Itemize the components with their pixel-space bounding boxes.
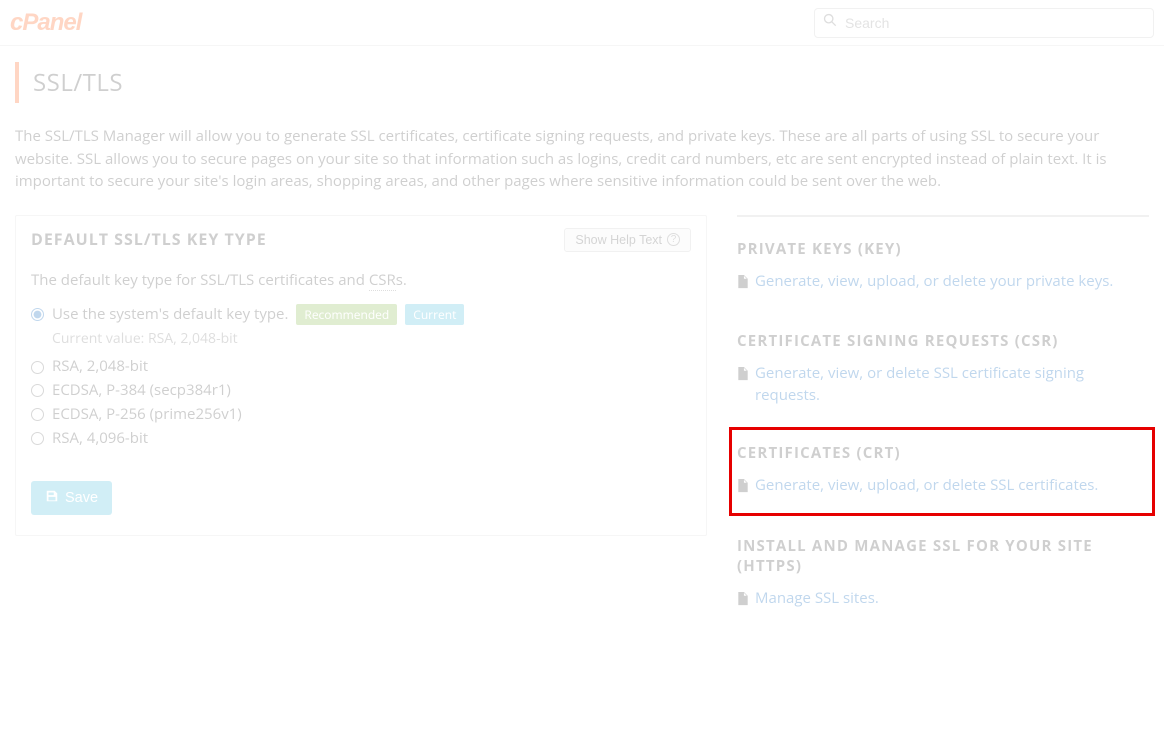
section-title: CERTIFICATES (CRT) — [737, 443, 1149, 463]
help-icon: ? — [667, 233, 680, 246]
file-icon — [737, 588, 749, 613]
page-title: SSL/TLS — [33, 66, 1149, 99]
badge-recommended: Recommended — [296, 304, 397, 325]
keytype-option-ecdsa384[interactable]: ECDSA, P-384 (secp384r1) — [31, 380, 691, 402]
link-certificates[interactable]: Generate, view, upload, or delete SSL ce… — [737, 475, 1149, 500]
search-input[interactable] — [845, 15, 1145, 31]
cpanel-logo: cPanel — [10, 9, 81, 37]
sidebar: PRIVATE KEYS (KEY) Generate, view, uploa… — [737, 215, 1149, 635]
radio-rsa4096[interactable] — [31, 432, 44, 445]
file-icon — [737, 363, 749, 388]
search-field[interactable] — [814, 8, 1154, 38]
page-intro: The SSL/TLS Manager will allow you to ge… — [15, 125, 1149, 193]
radio-ecdsa384[interactable] — [31, 384, 44, 397]
keytype-options: Use the system's default key type. Recom… — [31, 304, 691, 450]
show-help-button[interactable]: Show Help Text ? — [564, 228, 691, 252]
link-private-keys[interactable]: Generate, view, upload, or delete your p… — [737, 271, 1149, 296]
save-button[interactable]: Save — [31, 481, 112, 515]
keytype-option-rsa2048[interactable]: RSA, 2,048-bit — [31, 356, 691, 378]
section-title: PRIVATE KEYS (KEY) — [737, 239, 1149, 259]
keytype-option-label: RSA, 4,096-bit — [52, 428, 148, 450]
radio-rsa2048[interactable] — [31, 361, 44, 374]
section-title: CERTIFICATE SIGNING REQUESTS (CSR) — [737, 331, 1149, 351]
keytype-option-label: RSA, 2,048-bit — [52, 356, 148, 378]
keytype-option-label: ECDSA, P-384 (secp384r1) — [52, 380, 231, 402]
keytype-option-label: ECDSA, P-256 (prime256v1) — [52, 404, 242, 426]
link-manage-ssl[interactable]: Manage SSL sites. — [737, 588, 1149, 613]
radio-ecdsa256[interactable] — [31, 408, 44, 421]
keytype-option-default[interactable]: Use the system's default key type. Recom… — [31, 304, 691, 326]
keytype-option-rsa4096[interactable]: RSA, 4,096-bit — [31, 428, 691, 450]
save-icon — [45, 489, 59, 507]
section-private-keys: PRIVATE KEYS (KEY) Generate, view, uploa… — [737, 225, 1149, 312]
link-text: Generate, view, upload, or delete SSL ce… — [755, 475, 1098, 497]
keytype-option-ecdsa256[interactable]: ECDSA, P-256 (prime256v1) — [31, 404, 691, 426]
file-icon — [737, 475, 749, 500]
keytype-option-label: Use the system's default key type. — [52, 304, 288, 326]
link-text: Manage SSL sites. — [755, 588, 879, 610]
current-value: Current value: RSA, 2,048-bit — [52, 329, 691, 348]
link-text: Generate, view, upload, or delete your p… — [755, 271, 1113, 293]
app-header: cPanel — [0, 0, 1164, 46]
section-install-ssl: INSTALL AND MANAGE SSL FOR YOUR SITE (HT… — [737, 522, 1149, 629]
csr-acronym: CSR — [369, 270, 396, 291]
link-text: Generate, view, or delete SSL certificat… — [755, 363, 1149, 407]
save-label: Save — [65, 490, 98, 506]
show-help-label: Show Help Text — [575, 233, 662, 247]
page-title-bar: SSL/TLS — [15, 62, 1149, 103]
badge-current: Current — [405, 304, 464, 325]
search-icon — [823, 13, 837, 32]
section-title: INSTALL AND MANAGE SSL FOR YOUR SITE (HT… — [737, 536, 1149, 576]
link-csr[interactable]: Generate, view, or delete SSL certificat… — [737, 363, 1149, 407]
keytype-description: The default key type for SSL/TLS certifi… — [31, 270, 691, 290]
keytype-panel-title: DEFAULT SSL/TLS KEY TYPE — [31, 228, 267, 250]
radio-default[interactable] — [31, 308, 44, 321]
section-certificates: CERTIFICATES (CRT) Generate, view, uploa… — [737, 429, 1149, 516]
file-icon — [737, 271, 749, 296]
keytype-panel: DEFAULT SSL/TLS KEY TYPE Show Help Text … — [15, 215, 707, 537]
section-csr: CERTIFICATE SIGNING REQUESTS (CSR) Gener… — [737, 317, 1149, 423]
